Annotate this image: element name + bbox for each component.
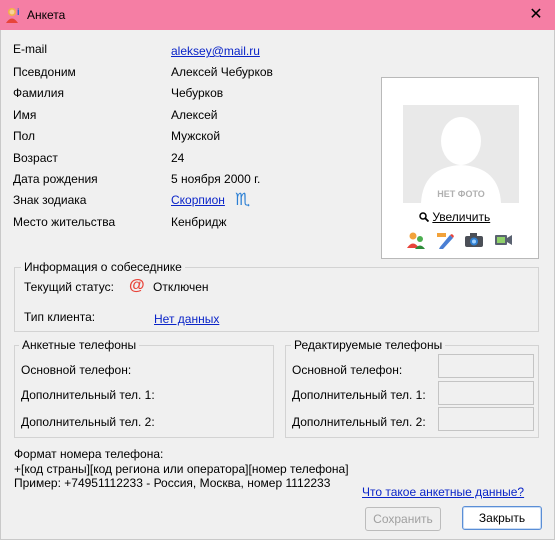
editable-main-phone-field[interactable] [438,354,534,378]
editable-extra-phone2-field[interactable] [438,407,534,431]
editable-phones-title: Редактируемые телефоны [291,338,446,352]
nickname-value: Алексей Чебурков [171,65,273,79]
birthdate-value: 5 ноября 2000 г. [171,172,261,186]
window-title: Анкета [27,8,66,22]
status-label: Текущий статус: [24,280,114,294]
no-photo-text: НЕТ ФОТО [437,189,485,199]
birthdate-label: Дата рождения [13,172,98,186]
zodiac-label: Знак зодиака [13,193,87,207]
profile-window: E-mail aleksey@mail.ru Псевдоним Алексей… [0,30,555,540]
nickname-label: Псевдоним [13,65,76,79]
edit-icon[interactable] [435,230,455,250]
age-value: 24 [171,151,185,165]
svg-text:i: i [17,7,20,17]
profile-phones-title: Анкетные телефоны [19,338,140,352]
surname-label: Фамилия [13,86,64,100]
zoom-button[interactable]: Увеличить [419,210,490,224]
status-value: Отключен [153,280,209,294]
format-heading: Формат номера телефона: [14,447,164,461]
photo-tools [406,230,518,250]
format-pattern: +[код страны][код региона или оператора]… [14,462,349,476]
editable-extra-phone1-label: Дополнительный тел. 1: [292,388,426,402]
editable-extra-phone1-field[interactable] [438,381,534,405]
city-label: Место жительства [13,215,116,229]
contact-info-group: Информация о собеседнике Текущий статус:… [14,260,539,332]
format-example: Пример: +74951112233 - Россия, Москва, н… [14,476,331,490]
users-icon[interactable] [406,230,426,250]
contact-info-title: Информация о собеседнике [21,260,185,274]
camera-icon[interactable] [464,230,484,250]
webcam-icon[interactable] [493,230,513,250]
close-button[interactable]: Закрыть [462,506,542,530]
profile-phones-group: Анкетные телефоны Основной телефон: Допо… [14,338,274,438]
photo-placeholder: НЕТ ФОТО [403,105,519,203]
age-label: Возраст [13,151,58,165]
status-at-icon: @ [129,277,145,294]
profile-extra-phone2-label: Дополнительный тел. 2: [21,415,155,429]
app-profile-icon: i [6,7,20,23]
client-type-label: Тип клиента: [24,310,96,324]
zodiac-link[interactable]: Скорпион [171,193,225,207]
editable-main-phone-label: Основной телефон: [292,363,403,377]
profile-main-phone-label: Основной телефон: [21,363,132,377]
gender-label: Пол [13,129,36,143]
editable-phones-group: Редактируемые телефоны Основной телефон:… [285,338,539,438]
photo-panel: НЕТ ФОТО Увеличить [381,77,539,259]
zodiac-scorpio-icon: ♏ [235,190,251,209]
name-label: Имя [13,108,37,122]
close-window-icon[interactable]: ✕ [525,5,547,25]
email-label: E-mail [13,42,48,56]
help-link[interactable]: Что такое анкетные данные? [362,485,524,499]
magnifier-icon [419,212,430,223]
editable-extra-phone2-label: Дополнительный тел. 2: [292,415,426,429]
name-value: Алексей [171,108,218,122]
save-button[interactable]: Сохранить [365,507,441,531]
surname-value: Чебурков [171,86,224,100]
city-value: Кенбридж [171,215,227,229]
title-bar[interactable]: i Анкета ✕ [0,0,555,30]
profile-extra-phone1-label: Дополнительный тел. 1: [21,388,155,402]
gender-value: Мужской [171,129,221,143]
email-link[interactable]: aleksey@mail.ru [171,44,260,58]
client-type-link[interactable]: Нет данных [154,312,219,326]
zoom-label[interactable]: Увеличить [432,210,490,224]
